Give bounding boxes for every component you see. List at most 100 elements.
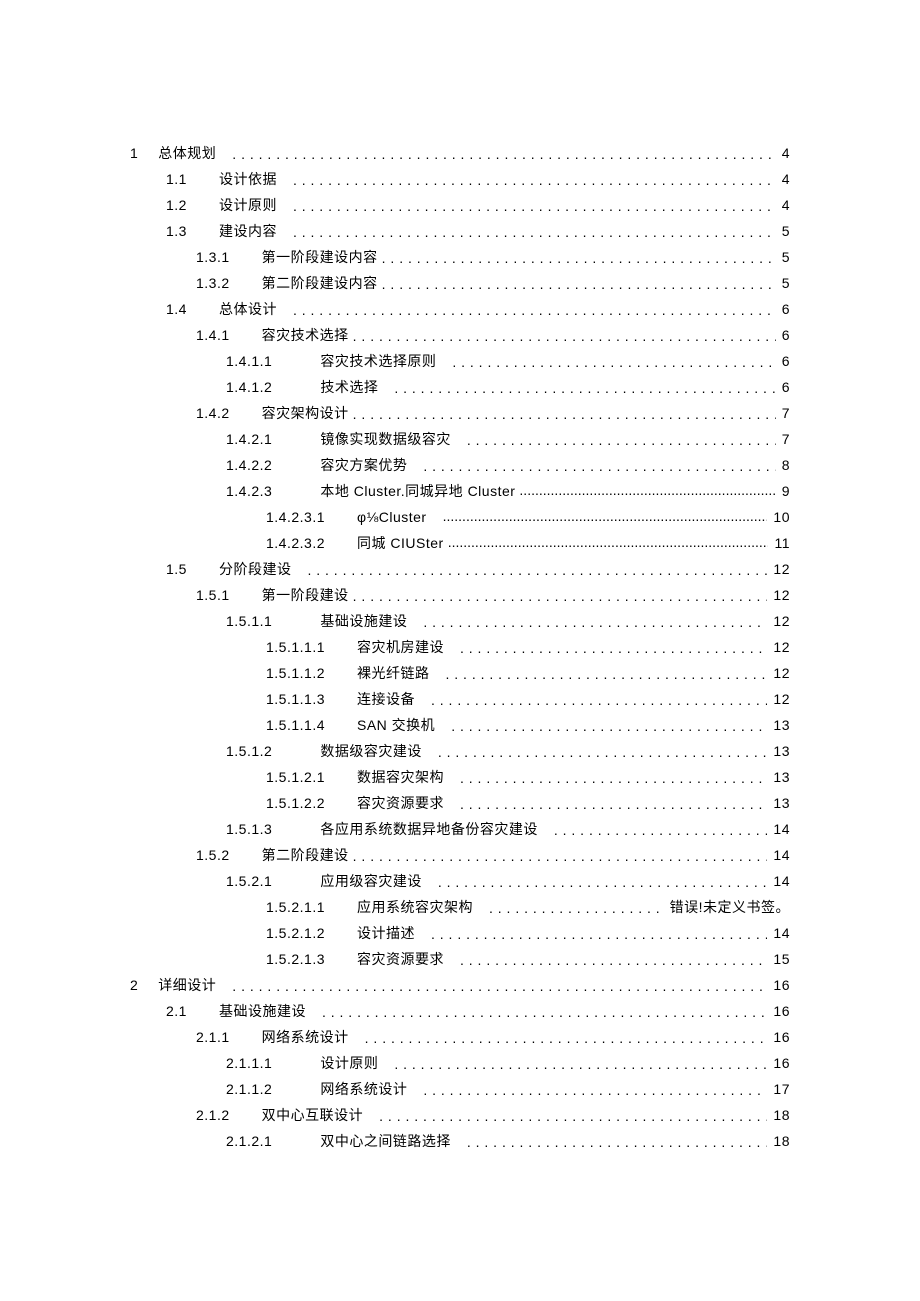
toc-entry[interactable]: 1.5.1第一阶段建设. . . . . . . . . . . . . . .… <box>130 582 790 608</box>
toc-entry[interactable]: 1总体规划. . . . . . . . . . . . . . . . . .… <box>130 140 790 166</box>
toc-entry[interactable]: 2.1.1.2网络系统设计. . . . . . . . . . . . . .… <box>130 1076 790 1102</box>
toc-leader: . . . . . . . . . . . . . . . . . . . . … <box>423 1077 767 1103</box>
toc-leader: . . . . . . . . . . . . . . . . . . . . … <box>394 1051 767 1077</box>
toc-leader: . . . . . . . . . . . . . . . . . . . . … <box>431 921 767 947</box>
toc-entry[interactable]: 1.5.1.1.3连接设备. . . . . . . . . . . . . .… <box>130 686 790 712</box>
toc-entry[interactable]: 1.5.1.1.4SAN 交换机. . . . . . . . . . . . … <box>130 712 790 738</box>
toc-number: 1.5 <box>166 556 187 582</box>
toc-page: 14 <box>773 920 790 946</box>
toc-entry[interactable]: 1.5.1.2.2容灾资源要求. . . . . . . . . . . . .… <box>130 790 790 816</box>
toc-number: 1.5.2 <box>196 842 230 868</box>
toc-entry[interactable]: 1.4.2.3本地 Cluster.同城异地 Cluster..........… <box>130 478 790 504</box>
toc-entry[interactable]: 1.5.1.1.2裸光纤链路. . . . . . . . . . . . . … <box>130 660 790 686</box>
toc-page: 4 <box>782 140 790 166</box>
toc-number: 2.1.2.1 <box>226 1128 272 1154</box>
toc-leader: . . . . . . . . . . . . . . . . . . . . … <box>438 869 768 895</box>
toc-page: 4 <box>782 166 790 192</box>
toc-page: 6 <box>782 296 790 322</box>
toc-entry[interactable]: 1.4.2.3.1φ⅛Cluster......................… <box>130 504 790 530</box>
toc-entry[interactable]: 2.1.2.1双中心之间链路选择. . . . . . . . . . . . … <box>130 1128 790 1154</box>
toc-number: 1.3.2 <box>196 270 230 296</box>
toc-page: 5 <box>782 244 790 270</box>
toc-entry[interactable]: 1.4.2容灾架构设计. . . . . . . . . . . . . . .… <box>130 400 790 426</box>
toc-page: 18 <box>773 1102 790 1128</box>
table-of-contents: 1总体规划. . . . . . . . . . . . . . . . . .… <box>130 140 790 1154</box>
toc-leader: . . . . . . . . . . . . . . . . . . . . … <box>353 401 776 427</box>
toc-title: φ⅛Cluster <box>357 504 427 530</box>
toc-number: 1.4.2.3.2 <box>266 530 325 556</box>
toc-entry[interactable]: 1.1设计依据. . . . . . . . . . . . . . . . .… <box>130 166 790 192</box>
toc-leader: . . . . . . . . . . . . . . . . . . . . … <box>394 375 775 401</box>
toc-leader: . . . . . . . . . . . . . . . . . . . . … <box>460 947 767 973</box>
toc-title: 数据容灾架构 <box>357 764 444 790</box>
toc-title: 容灾机房建设 <box>357 634 444 660</box>
toc-title: 第一阶段建设内容 <box>262 244 378 270</box>
toc-entry[interactable]: 1.4.2.2容灾方案优势. . . . . . . . . . . . . .… <box>130 452 790 478</box>
toc-leader: . . . . . . . . . . . . . . . . . . . . … <box>438 739 768 765</box>
toc-page: 12 <box>773 634 790 660</box>
toc-page: 10 <box>773 504 790 530</box>
toc-number: 1.4.1.2 <box>226 374 272 400</box>
toc-entry[interactable]: 1.5.2.1.1应用系统容灾架构. . . . . . . . . . . .… <box>130 894 790 920</box>
toc-page: 16 <box>773 972 790 998</box>
toc-entry[interactable]: 1.4.2.3.2同城 CIUSter.....................… <box>130 530 790 556</box>
toc-entry[interactable]: 1.3.2第二阶段建设内容. . . . . . . . . . . . . .… <box>130 270 790 296</box>
toc-entry[interactable]: 2.1.1.1设计原则. . . . . . . . . . . . . . .… <box>130 1050 790 1076</box>
toc-title: 连接设备 <box>357 686 415 712</box>
toc-number: 1.4 <box>166 296 187 322</box>
toc-page: 7 <box>782 400 790 426</box>
toc-leader: ........................................… <box>443 505 768 531</box>
toc-title: 数据级容灾建设 <box>320 738 422 764</box>
toc-entry[interactable]: 1.2设计原则. . . . . . . . . . . . . . . . .… <box>130 192 790 218</box>
toc-number: 1.5.1.2.2 <box>266 790 325 816</box>
toc-entry[interactable]: 1.5.1.2数据级容灾建设. . . . . . . . . . . . . … <box>130 738 790 764</box>
toc-title: 各应用系统数据异地备份容灾建设 <box>320 816 538 842</box>
toc-title: 总体设计 <box>219 296 277 322</box>
toc-page: 5 <box>782 270 790 296</box>
toc-entry[interactable]: 1.5.2.1.3容灾资源要求. . . . . . . . . . . . .… <box>130 946 790 972</box>
toc-entry[interactable]: 2详细设计. . . . . . . . . . . . . . . . . .… <box>130 972 790 998</box>
toc-entry[interactable]: 1.5.1.2.1数据容灾架构. . . . . . . . . . . . .… <box>130 764 790 790</box>
toc-leader: . . . . . . . . . . . . . . . . . . . . … <box>232 141 775 167</box>
toc-entry[interactable]: 1.5.1.1.1 容灾机房建设 . . . . . . . . . . . . .… <box>130 634 790 660</box>
toc-page: 12 <box>773 608 790 634</box>
toc-page: 13 <box>773 764 790 790</box>
toc-leader: . . . . . . . . . . . . . . . . . . . . … <box>460 635 767 661</box>
toc-entry[interactable]: 1.5.2.1.2设计描述. . . . . . . . . . . . . .… <box>130 920 790 946</box>
toc-number: 2.1.1.2 <box>226 1076 272 1102</box>
toc-entry[interactable]: 1.5.2第二阶段建设. . . . . . . . . . . . . . .… <box>130 842 790 868</box>
toc-entry[interactable]: 1.3.1第一阶段建设内容. . . . . . . . . . . . . .… <box>130 244 790 270</box>
toc-leader: . . . . . . . . . . . . . . . . . . . . … <box>467 427 776 453</box>
toc-page: 13 <box>773 712 790 738</box>
toc-entry[interactable]: 1.4总体设计. . . . . . . . . . . . . . . . .… <box>130 296 790 322</box>
toc-number: 1.4.2.1 <box>226 426 272 452</box>
toc-leader: . . . . . . . . . . . . . . . . . . . . … <box>554 817 768 843</box>
toc-leader: . . . . . . . . . . . . . . . . . . . . … <box>293 193 776 219</box>
toc-leader: ........................................… <box>448 531 769 557</box>
toc-title: 容灾方案优势 <box>320 452 407 478</box>
toc-entry[interactable]: 2.1.1网络系统设计. . . . . . . . . . . . . . .… <box>130 1024 790 1050</box>
toc-page: 14 <box>773 842 790 868</box>
toc-page: 18 <box>773 1128 790 1154</box>
toc-leader: . . . . . . . . . . . . . . . . . . . . … <box>365 1025 768 1051</box>
toc-entry[interactable]: 1.4.1容灾技术选择. . . . . . . . . . . . . . .… <box>130 322 790 348</box>
toc-leader: . . . . . . . . . . . . . . . . . . . . … <box>379 1103 767 1129</box>
toc-entry[interactable]: 1.3建设内容. . . . . . . . . . . . . . . . .… <box>130 218 790 244</box>
toc-number: 1.5.1.1.1 <box>266 634 325 660</box>
toc-title: 本地 Cluster.同城异地 Cluster <box>320 478 515 504</box>
toc-entry[interactable]: 1.5.1.1基础设施建设. . . . . . . . . . . . . .… <box>130 608 790 634</box>
toc-title: 网络系统设计 <box>262 1024 349 1050</box>
toc-number: 1.4.2.2 <box>226 452 272 478</box>
toc-entry[interactable]: 1.5分阶段建设. . . . . . . . . . . . . . . . … <box>130 556 790 582</box>
toc-entry[interactable]: 1.4.1.1容灾技术选择原则. . . . . . . . . . . . .… <box>130 348 790 374</box>
toc-title: 总体规划 <box>158 140 216 166</box>
toc-page: 8 <box>782 452 790 478</box>
toc-entry[interactable]: 1.5.1.3各应用系统数据异地备份容灾建设. . . . . . . . . … <box>130 816 790 842</box>
toc-entry[interactable]: 2.1.2双中心互联设计. . . . . . . . . . . . . . … <box>130 1102 790 1128</box>
toc-page: 9 <box>782 478 790 504</box>
toc-entry[interactable]: 1.4.2.1镜像实现数据级容灾. . . . . . . . . . . . … <box>130 426 790 452</box>
toc-entry[interactable]: 1.4.1.2技术选择. . . . . . . . . . . . . . .… <box>130 374 790 400</box>
toc-title: 第一阶段建设 <box>262 582 349 608</box>
toc-entry[interactable]: 2.1基础设施建设. . . . . . . . . . . . . . . .… <box>130 998 790 1024</box>
toc-entry[interactable]: 1.5.2.1应用级容灾建设. . . . . . . . . . . . . … <box>130 868 790 894</box>
